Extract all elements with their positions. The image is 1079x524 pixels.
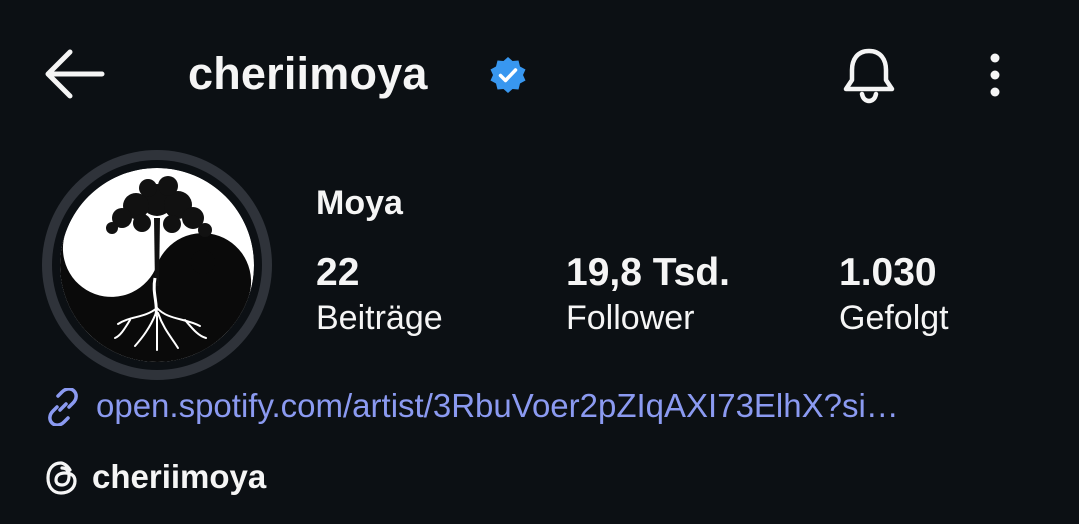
stat-value: 19,8 Tsd.: [566, 251, 731, 294]
link-text: open.spotify.com/artist/3RbuVoer2pZIqAXI…: [96, 387, 899, 424]
stat-posts[interactable]: 22 Beiträge: [316, 250, 443, 342]
avatar[interactable]: [60, 168, 254, 362]
threads-handle: cheriimoya: [92, 458, 267, 495]
profile-link[interactable]: open.spotify.com/artist/3RbuVoer2pZIqAXI…: [44, 382, 1044, 430]
yin-yang-tree-avatar: [60, 168, 254, 362]
threads-icon: [46, 461, 77, 495]
stat-label: Gefolgt: [839, 299, 949, 337]
stat-following[interactable]: 1.030 Gefolgt: [839, 250, 949, 342]
stat-followers[interactable]: 19,8 Tsd. Follower: [566, 250, 730, 342]
more-options-button[interactable]: [974, 48, 1016, 102]
display-name: Moya: [316, 184, 403, 222]
stat-value: 22: [316, 251, 360, 294]
bell-icon: [843, 48, 895, 104]
stat-label: Follower: [566, 299, 695, 337]
back-button[interactable]: [40, 46, 106, 102]
notifications-button[interactable]: [838, 44, 900, 106]
verified-badge-icon: [488, 55, 528, 95]
stat-value: 1.030: [839, 251, 937, 294]
page-title: cheriimoya: [188, 48, 428, 99]
stat-label: Beiträge: [316, 299, 443, 337]
link-icon: [48, 388, 78, 426]
arrow-left-icon: [45, 49, 105, 99]
more-vertical-icon: [990, 53, 1000, 97]
